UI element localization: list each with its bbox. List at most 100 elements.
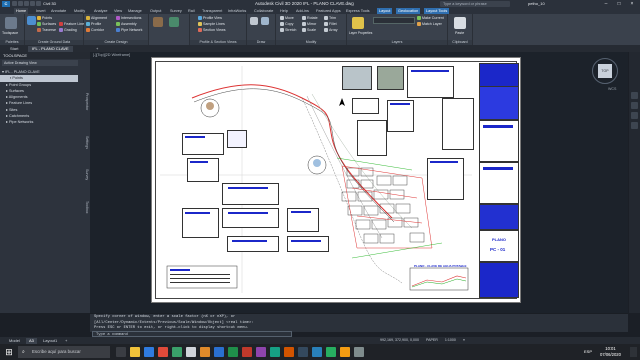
viewcube[interactable]: TOP [592,58,618,84]
redo-icon[interactable] [36,1,41,6]
app-icon[interactable] [326,347,336,357]
app-icon[interactable] [270,347,280,357]
excel-icon[interactable] [228,347,238,357]
copy-button[interactable]: Copy [280,22,293,26]
minimize-icon[interactable]: – [600,0,612,8]
feature-line-button[interactable]: Feature Line [59,22,84,26]
sample-lines-button[interactable]: Sample Lines [198,22,225,26]
toolspace-icon[interactable] [5,17,17,29]
settings-icon[interactable]: ≡ [463,338,465,342]
tree-item-pipe-networks[interactable]: ▸ Pipe Networks [0,119,78,125]
copy-label: Copy [285,22,294,26]
app-icon[interactable] [200,347,210,357]
annotation-scale[interactable]: 1:1000 [445,338,456,342]
zoom-icon[interactable] [631,102,638,109]
pipe-network-button[interactable]: Pipe Network [116,28,142,32]
save-icon[interactable] [24,1,29,6]
profile-view-button[interactable]: Profile View [198,16,222,20]
mirror-button[interactable]: Mirror [302,22,316,26]
move-button[interactable]: Move [280,16,294,20]
stretch-button[interactable]: Stretch [280,28,296,32]
grading-button[interactable]: Grading [59,28,77,32]
tab-toolbox[interactable]: Toolbox [80,192,89,222]
taskbar-search[interactable]: Escribe aquí para buscar [18,346,110,358]
surfaces-button[interactable]: Surfaces [37,22,56,26]
points-button[interactable]: Points [37,16,52,20]
pan-icon[interactable] [631,92,638,99]
toolspace-button[interactable]: Toolspace [2,31,18,35]
app-icon[interactable] [298,347,308,357]
array-icon [324,28,328,32]
app-icon[interactable] [340,347,350,357]
task-view-icon[interactable] [116,347,126,357]
word-icon[interactable] [214,347,224,357]
app-icon[interactable] [284,347,294,357]
showmotion-icon[interactable] [631,122,638,129]
space-toggle[interactable]: PAPER [426,338,438,342]
layer-properties-icon[interactable] [352,17,364,29]
notifications-icon[interactable] [630,347,637,357]
profile-button[interactable]: Profile [86,22,101,26]
app-icon[interactable] [354,347,364,357]
corridor-tools-icon[interactable] [169,17,179,27]
assembly-button[interactable]: Assembly [116,22,137,26]
app-icon[interactable] [172,347,182,357]
maximize-icon[interactable]: □ [613,0,625,8]
app-icon[interactable] [158,347,168,357]
layer-dropdown[interactable] [373,17,415,24]
line-icon[interactable] [250,17,258,25]
file-explorer-icon[interactable] [130,347,140,357]
toolspace-palette: TOOLSPACE Active Drawing View ▾ IFL - PL… [0,52,90,313]
traverse-button[interactable]: Traverse [37,28,56,32]
tab-survey-vertical[interactable]: Survey [80,162,89,187]
tab-settings-vertical[interactable]: Settings [80,127,89,157]
section-views-button[interactable]: Section Views [198,28,226,32]
info-table [182,133,224,155]
points-menu-icon [37,16,41,20]
surface-tools-icon[interactable] [153,17,163,27]
system-clock[interactable]: 10:01 07/06/2020 [600,346,621,358]
new-icon[interactable] [12,1,17,6]
civil3d-taskbar-icon[interactable] [186,347,196,357]
layout-sheet[interactable]: PLANO - CLAVE DE AGUA POTABLE PLANO PC -… [151,57,521,303]
app-icon[interactable] [256,347,266,357]
make-current-button[interactable]: Make Current [417,16,444,20]
polyline-icon[interactable] [261,17,269,25]
paste-button[interactable]: Paste [455,31,464,35]
layer-properties-button[interactable]: Layer Properties [349,31,372,35]
paste-icon[interactable] [454,17,466,29]
search-box[interactable]: Type a keyword or phrase [440,1,510,7]
edge-icon[interactable] [144,347,154,357]
rotate-button[interactable]: Rotate [302,16,318,20]
scale-button[interactable]: Scale [302,28,316,32]
user-account[interactable]: petho_10 [528,1,545,6]
match-layer-button[interactable]: Match Layer [417,22,442,26]
app-icon[interactable] [312,347,322,357]
alignment-button[interactable]: Alignment [86,16,107,20]
close-icon[interactable]: × [626,0,638,8]
fillet-button[interactable]: Fillet [324,22,337,26]
viewcube-face[interactable]: TOP [598,64,612,78]
array-button[interactable]: Array [324,28,338,32]
undo-icon[interactable] [30,1,35,6]
view-dropdown[interactable]: Active Drawing View [2,60,78,66]
legend-table [227,130,247,148]
trim-button[interactable]: Trim [324,16,336,20]
coordinates-readout[interactable]: 992,169, 372,900, 0,000 [380,338,419,342]
pipe-network-label: Pipe Network [121,28,143,32]
open-icon[interactable] [18,1,23,6]
traverse-label: Traverse [42,28,57,32]
intersections-button[interactable]: Intersections [116,16,141,20]
pdf-icon[interactable] [242,347,252,357]
corridor-button[interactable]: Corridor [86,28,104,32]
app-logo[interactable]: C [2,1,10,7]
legend-table [442,98,474,150]
wcs-menu[interactable]: WCS [608,87,616,91]
points-icon[interactable] [27,16,36,25]
windows-start-icon[interactable]: ⊞ [4,347,14,357]
workspace-selector[interactable]: Civil 3D [43,2,56,6]
language-indicator[interactable]: ESP [584,349,592,354]
orbit-icon[interactable] [631,112,638,119]
viewport-controls[interactable]: [-][Top][2D Wireframe] [93,53,130,57]
tab-prospector[interactable]: Prospector [80,82,89,122]
